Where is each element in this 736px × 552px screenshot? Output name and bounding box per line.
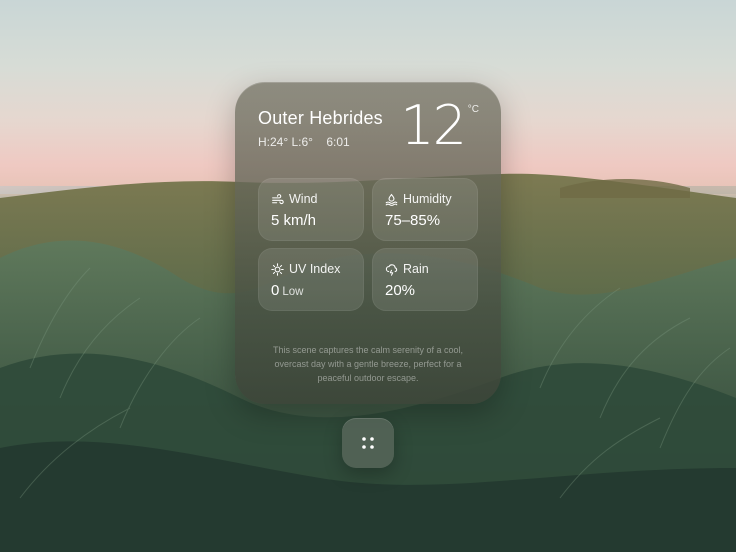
- app-grid-button[interactable]: [342, 418, 394, 468]
- wind-tile[interactable]: Wind 5 km/h: [258, 178, 364, 241]
- low-temp: L:6°: [291, 135, 313, 149]
- sun-icon: [271, 262, 284, 276]
- uv-index-value: 0: [271, 282, 280, 299]
- wind-value: 5 km/h: [271, 212, 317, 229]
- weather-description: This scene captures the calm serenity of…: [272, 345, 464, 383]
- rain-tile[interactable]: Rain 20%: [372, 248, 478, 311]
- uv-index-level: Low: [282, 286, 304, 298]
- local-time: 6:01: [326, 135, 350, 149]
- high-temp: H:24°: [258, 135, 289, 149]
- rain-label: Rain: [403, 262, 429, 276]
- uv-index-tile[interactable]: UV Index 0 Low: [258, 248, 364, 311]
- location-name: Outer Hebrides: [258, 108, 383, 128]
- temperature-unit: °C: [467, 104, 479, 115]
- grid-icon: [362, 437, 374, 449]
- humidity-label: Humidity: [403, 192, 452, 206]
- background-scene: Outer Hebrides H:24° L:6° 6:01 12 °C Win…: [0, 0, 736, 552]
- current-temperature: 12: [400, 94, 467, 157]
- rain-value: 20%: [385, 282, 416, 299]
- humidity-icon: [385, 193, 398, 206]
- wind-label: Wind: [289, 192, 318, 206]
- humidity-tile[interactable]: Humidity 75–85%: [372, 178, 478, 241]
- rain-cloud-icon: [385, 263, 398, 276]
- uv-index-label: UV Index: [289, 262, 341, 276]
- humidity-value: 75–85%: [385, 212, 441, 229]
- wind-icon: [272, 193, 284, 204]
- high-low-time: H:24° L:6° 6:01: [258, 135, 350, 149]
- weather-widget[interactable]: Outer Hebrides H:24° L:6° 6:01 12 °C Win…: [235, 82, 501, 404]
